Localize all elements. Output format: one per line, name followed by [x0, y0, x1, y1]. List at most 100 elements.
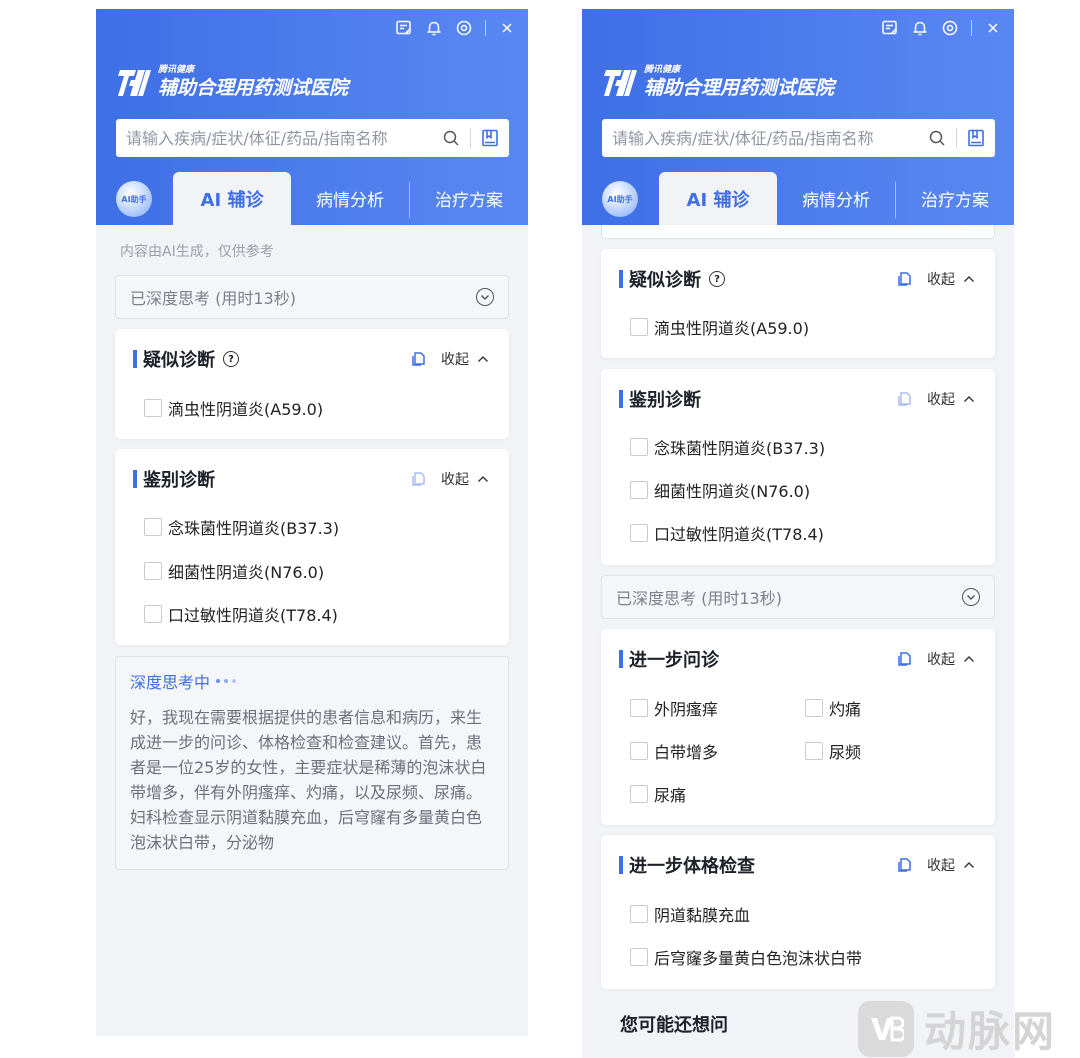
- collapse-button[interactable]: 收起: [441, 349, 489, 369]
- symptom-item[interactable]: 尿频: [805, 739, 861, 763]
- collapse-label: 收起: [927, 392, 955, 408]
- tab-ai-diagnosis[interactable]: AI 辅诊: [659, 172, 777, 225]
- checkbox[interactable]: [805, 742, 823, 760]
- checkbox[interactable]: [630, 438, 648, 456]
- help-icon[interactable]: ?: [709, 271, 725, 287]
- settings-icon[interactable]: [455, 19, 473, 37]
- diagnosis-item[interactable]: 口过敏性阴道炎(T78.4): [144, 602, 338, 626]
- checkbox[interactable]: [630, 785, 648, 803]
- tab-ai-diagnosis[interactable]: AI 辅诊: [173, 172, 291, 225]
- further-inquiry-card: 进一步问诊 收起 外阴瘙痒 灼痛 白带增多 尿频 尿痛: [601, 629, 995, 825]
- feedback-icon[interactable]: [395, 19, 413, 37]
- tab-condition-analysis[interactable]: 病情分析: [777, 172, 895, 225]
- section-title: 鉴别诊断: [629, 390, 701, 411]
- loading-dots-icon: [216, 679, 237, 683]
- expand-chevron-icon[interactable]: [962, 588, 980, 606]
- section-accent-bar: [619, 270, 623, 288]
- search-input[interactable]: [126, 128, 440, 148]
- deep-thinking-box: 深度思考中 好，我现在需要根据提供的患者信息和病历，来生成进一步的问诊、体格检查…: [115, 656, 509, 870]
- section-accent-bar: [619, 390, 623, 408]
- differential-diagnosis-card: 鉴别诊断 收起 念珠菌性阴道炎(B37.3) 细菌性阴道炎(N76.0) 口过敏…: [601, 369, 995, 565]
- diagnosis-item[interactable]: 细菌性阴道炎(N76.0): [630, 478, 810, 502]
- deep-thinking-label: 深度思考中: [130, 673, 211, 692]
- chevron-up-icon: [964, 656, 974, 662]
- exam-item[interactable]: 后穹窿多量黄白色泡沫状白带: [630, 945, 862, 969]
- checkbox[interactable]: [144, 399, 162, 417]
- checkbox[interactable]: [805, 699, 823, 717]
- checkbox[interactable]: [630, 481, 648, 499]
- diagnosis-item[interactable]: 滴虫性阴道炎(A59.0): [144, 396, 323, 420]
- deep-thinking-toggle[interactable]: 已深度思考 (用时13秒): [601, 575, 995, 619]
- symptom-item[interactable]: 白带增多: [630, 739, 718, 763]
- tab-condition-analysis[interactable]: 病情分析: [291, 172, 409, 225]
- bell-icon[interactable]: [425, 19, 443, 37]
- search-input[interactable]: [612, 128, 926, 148]
- search-divider: [956, 128, 957, 148]
- copy-icon[interactable]: [409, 350, 427, 368]
- copy-icon[interactable]: [895, 270, 913, 288]
- bell-icon[interactable]: [911, 19, 929, 37]
- deep-thinking-label: 已深度思考 (用时13秒): [130, 289, 296, 308]
- copy-icon[interactable]: [895, 650, 913, 668]
- feedback-icon[interactable]: [881, 19, 899, 37]
- collapse-button[interactable]: 收起: [927, 649, 975, 669]
- header: 腾讯健康 辅助合理用药测试医院 AI助手 AI 辅诊 病情分析 治疗方案: [96, 9, 528, 225]
- tab-treatment-plan[interactable]: 治疗方案: [896, 172, 1014, 225]
- diagnosis-label: 滴虫性阴道炎(A59.0): [168, 400, 324, 419]
- diagnosis-item[interactable]: 滴虫性阴道炎(A59.0): [630, 315, 809, 339]
- close-icon[interactable]: [984, 19, 1002, 37]
- tab-bar: AI助手 AI 辅诊 病情分析 治疗方案: [582, 172, 1014, 225]
- search-icon[interactable]: [440, 127, 462, 149]
- close-icon[interactable]: [498, 19, 516, 37]
- watermark-logo-icon: [858, 1000, 914, 1057]
- checkbox[interactable]: [630, 905, 648, 923]
- checkbox[interactable]: [630, 699, 648, 717]
- search-icon[interactable]: [926, 127, 948, 149]
- diagnosis-item[interactable]: 念珠菌性阴道炎(B37.3): [630, 435, 825, 459]
- symptom-item[interactable]: 外阴瘙痒: [630, 696, 718, 720]
- guide-book-icon[interactable]: [479, 127, 501, 149]
- brand: 腾讯健康 辅助合理用药测试医院: [116, 65, 348, 100]
- suspected-diagnosis-card: 疑似诊断 ? 收起 滴虫性阴道炎(A59.0): [115, 329, 509, 439]
- collapse-label: 收起: [441, 472, 469, 488]
- symptom-item[interactable]: 灼痛: [805, 696, 861, 720]
- ai-assistant-avatar[interactable]: AI助手: [602, 181, 638, 217]
- checkbox[interactable]: [630, 742, 648, 760]
- help-icon[interactable]: ?: [223, 351, 239, 367]
- chevron-up-icon: [964, 862, 974, 868]
- exam-item[interactable]: 阴道黏膜充血: [630, 902, 750, 926]
- collapse-button[interactable]: 收起: [927, 389, 975, 409]
- copy-icon[interactable]: [895, 856, 913, 874]
- section-title: 疑似诊断: [629, 270, 701, 291]
- collapse-button[interactable]: 收起: [927, 855, 975, 875]
- guide-book-icon[interactable]: [965, 127, 987, 149]
- copy-icon[interactable]: [409, 470, 427, 488]
- tab-treatment-plan[interactable]: 治疗方案: [410, 172, 528, 225]
- collapse-button[interactable]: 收起: [441, 469, 489, 489]
- diagnosis-item[interactable]: 念珠菌性阴道炎(B37.3): [144, 515, 339, 539]
- checkbox[interactable]: [144, 518, 162, 536]
- watermark: 动脉网: [858, 998, 1056, 1058]
- diagnosis-item[interactable]: 口过敏性阴道炎(T78.4): [630, 521, 824, 545]
- differential-diagnosis-card: 鉴别诊断 收起 念珠菌性阴道炎(B37.3) 细菌性阴道炎(N76.0) 口过敏…: [115, 449, 509, 645]
- checkbox[interactable]: [630, 318, 648, 336]
- section-title: 鉴别诊断: [143, 470, 215, 491]
- settings-icon[interactable]: [941, 19, 959, 37]
- checkbox[interactable]: [144, 605, 162, 623]
- copy-icon[interactable]: [895, 390, 913, 408]
- previous-card-edge: [601, 225, 995, 239]
- diagnosis-item[interactable]: 细菌性阴道炎(N76.0): [144, 559, 324, 583]
- symptom-item[interactable]: 尿痛: [630, 782, 686, 806]
- checkbox[interactable]: [144, 562, 162, 580]
- checkbox[interactable]: [630, 524, 648, 542]
- brand-title: 辅助合理用药测试医院: [644, 77, 835, 99]
- expand-chevron-icon[interactable]: [476, 288, 494, 306]
- suspected-diagnosis-card: 疑似诊断 ? 收起 滴虫性阴道炎(A59.0): [601, 249, 995, 358]
- checkbox[interactable]: [630, 948, 648, 966]
- collapse-button[interactable]: 收起: [927, 269, 975, 289]
- assistant-panel-left: 腾讯健康 辅助合理用药测试医院 AI助手 AI 辅诊 病情分析 治疗方案 内容由…: [96, 9, 528, 1036]
- suggested-questions-heading: 您可能还想问: [620, 1015, 728, 1036]
- ai-assistant-avatar[interactable]: AI助手: [116, 181, 152, 217]
- search-divider: [470, 128, 471, 148]
- deep-thinking-toggle[interactable]: 已深度思考 (用时13秒): [115, 275, 509, 319]
